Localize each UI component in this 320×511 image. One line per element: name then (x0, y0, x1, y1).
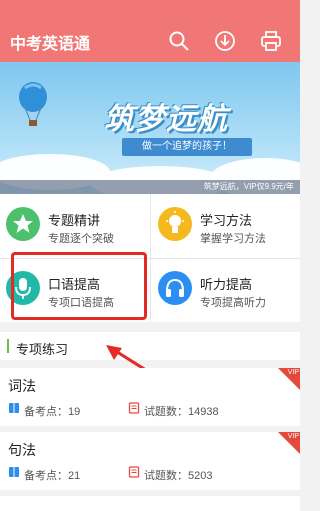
menu-item-study-methods[interactable]: 学习方法 掌握学习方法 (152, 194, 300, 256)
menu-item-subtitle: 专项提高听力 (200, 297, 266, 309)
menu-item-subtitle: 专题逐个突破 (48, 233, 114, 245)
app-header: 中考英语通 (0, 0, 300, 62)
search-icon[interactable] (168, 30, 190, 52)
card-title: 词法 (8, 378, 36, 394)
menu-item-listening[interactable]: 听力提高 专项提高听力 (152, 258, 300, 320)
questions-count: 试题数：5203 (144, 470, 213, 482)
menu-item-label: 听力提高 (200, 277, 253, 292)
practice-card-syntax[interactable]: 句法 备考点：21 试题数：5203 VIP (0, 432, 300, 490)
menu-item-subtitle: 掌握学习方法 (200, 233, 266, 245)
questions-count: 试题数：14938 (144, 406, 219, 418)
banner-ribbon: 做一个追梦的孩子！ (122, 138, 252, 156)
practice-card-partial[interactable] (0, 496, 300, 511)
document-icon (128, 466, 140, 478)
section-title: 专项练习 (16, 342, 69, 357)
menu-item-label: 专题精讲 (48, 213, 101, 228)
section-accent-bar (7, 339, 9, 353)
headphones-icon (158, 271, 192, 305)
print-icon[interactable] (260, 30, 282, 52)
vip-badge-label: VIP (287, 369, 299, 376)
app-title: 中考英语通 (10, 36, 91, 53)
hot-air-balloon-icon (19, 82, 47, 126)
download-icon[interactable] (214, 30, 236, 52)
points-count: 备考点：19 (24, 406, 81, 418)
document-icon (128, 402, 140, 414)
points-count: 备考点：21 (24, 470, 81, 482)
menu-item-label: 学习方法 (200, 213, 253, 228)
annotation-highlight-box (11, 252, 147, 320)
book-icon (9, 467, 19, 477)
promo-banner[interactable]: 筑梦远航 做一个追梦的孩子！ 筑梦远航，VIP仅9.9元/年 (0, 62, 300, 194)
star-icon (6, 207, 40, 241)
banner-slogan: 筑梦远航 (104, 102, 228, 137)
lightbulb-icon (158, 207, 192, 241)
banner-footer: 筑梦远航，VIP仅9.9元/年 (0, 180, 300, 194)
book-icon (9, 403, 19, 413)
vip-badge-label: VIP (287, 433, 299, 440)
practice-card-morphology[interactable]: 词法 备考点：19 试题数：14938 VIP (0, 368, 300, 426)
menu-item-topic-lectures[interactable]: 专题精讲 专题逐个突破 (0, 194, 148, 256)
card-title: 句法 (8, 442, 36, 458)
